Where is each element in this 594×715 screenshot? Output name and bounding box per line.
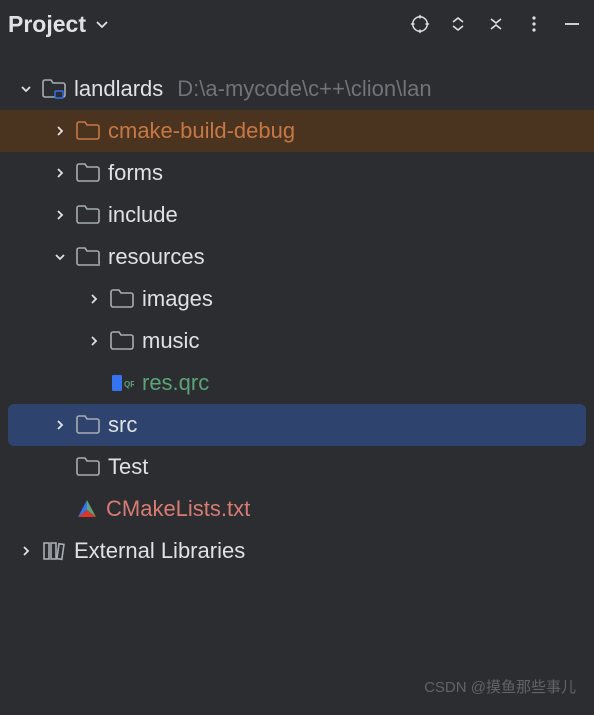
libraries-icon — [42, 540, 66, 562]
minimize-icon[interactable] — [562, 14, 582, 34]
tree-label: landlards — [74, 76, 163, 102]
folder-icon — [76, 163, 100, 183]
chevron-right-icon[interactable] — [86, 333, 102, 349]
path-hint: D:\a-mycode\c++\clion\lan — [177, 76, 431, 102]
header-left: Project — [8, 11, 112, 38]
folder-icon — [76, 205, 100, 225]
tree-node-resources[interactable]: resources — [0, 236, 594, 278]
chevron-down-icon[interactable] — [92, 14, 112, 34]
project-tree: landlards D:\a-mycode\c++\clion\lan cmak… — [0, 52, 594, 572]
tree-label: res.qrc — [142, 370, 209, 396]
folder-icon — [76, 247, 100, 267]
tree-node-forms[interactable]: forms — [0, 152, 594, 194]
panel-title: Project — [8, 11, 86, 38]
tree-label: include — [108, 202, 178, 228]
tree-label: images — [142, 286, 213, 312]
tree-label: Test — [108, 454, 148, 480]
tree-node-include[interactable]: include — [0, 194, 594, 236]
tree-label: src — [108, 412, 137, 438]
header-toolbar — [410, 14, 582, 34]
chevron-right-icon[interactable] — [52, 207, 68, 223]
target-icon[interactable] — [410, 14, 430, 34]
chevron-right-icon[interactable] — [86, 291, 102, 307]
cmake-file-icon — [76, 498, 98, 520]
chevron-right-icon[interactable] — [52, 417, 68, 433]
tree-label: forms — [108, 160, 163, 186]
tree-label: music — [142, 328, 199, 354]
folder-icon — [110, 289, 134, 309]
chevron-down-icon[interactable] — [18, 81, 34, 97]
folder-icon — [76, 415, 100, 435]
tree-node-music[interactable]: music — [0, 320, 594, 362]
tree-node-external-libs[interactable]: External Libraries — [0, 530, 594, 572]
folder-icon — [110, 331, 134, 351]
tree-node-cmakelists[interactable]: CMakeLists.txt — [0, 488, 594, 530]
folder-excluded-icon — [76, 121, 100, 141]
tree-node-images[interactable]: images — [0, 278, 594, 320]
collapse-all-icon[interactable] — [486, 14, 506, 34]
more-icon[interactable] — [524, 14, 544, 34]
chevron-right-icon[interactable] — [52, 165, 68, 181]
tree-node-res-qrc[interactable]: QRC res.qrc — [0, 362, 594, 404]
tree-node-test[interactable]: Test — [0, 446, 594, 488]
tree-node-src[interactable]: src — [8, 404, 586, 446]
expand-all-icon[interactable] — [448, 14, 468, 34]
tree-label: External Libraries — [74, 538, 245, 564]
tree-label: cmake-build-debug — [108, 118, 295, 144]
chevron-right-icon[interactable] — [18, 543, 34, 559]
tree-node-root[interactable]: landlards D:\a-mycode\c++\clion\lan — [0, 68, 594, 110]
qrc-file-icon: QRC — [110, 373, 134, 393]
panel-header: Project — [0, 0, 594, 52]
watermark: CSDN @摸鱼那些事儿 — [424, 676, 576, 697]
root-folder-icon — [42, 79, 66, 99]
chevron-right-icon[interactable] — [52, 123, 68, 139]
folder-icon — [76, 457, 100, 477]
svg-text:QRC: QRC — [124, 380, 134, 389]
chevron-down-icon[interactable] — [52, 249, 68, 265]
tree-node-cmake-build[interactable]: cmake-build-debug — [0, 110, 594, 152]
tree-label: CMakeLists.txt — [106, 496, 250, 522]
tree-label: resources — [108, 244, 205, 270]
